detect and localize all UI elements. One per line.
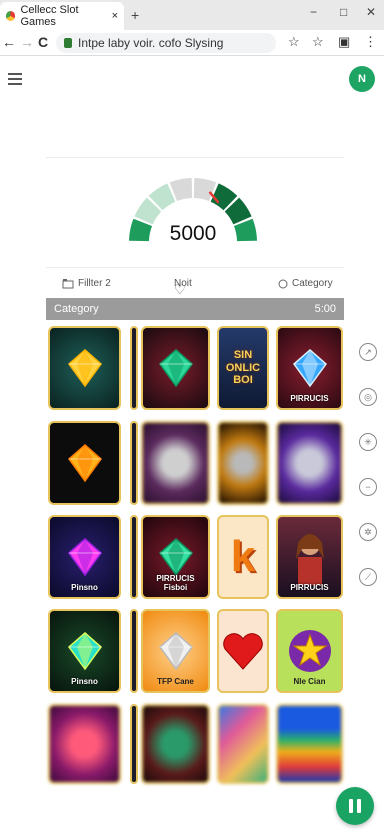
tile-letter: k: [230, 532, 256, 581]
forward-button[interactable]: →: [20, 34, 34, 50]
globe-icon[interactable]: ◎: [359, 388, 377, 406]
game-tile[interactable]: [48, 421, 121, 505]
tile-strip[interactable]: [130, 704, 138, 784]
gem-icon: [158, 538, 193, 577]
game-tile[interactable]: k: [217, 515, 269, 599]
game-tile[interactable]: [141, 704, 210, 784]
gem-icon: [158, 632, 193, 671]
network-icon[interactable]: ✳: [359, 433, 377, 451]
gem-icon: [67, 538, 102, 577]
divider: [46, 267, 344, 268]
app-header: N: [0, 60, 384, 100]
game-tile[interactable]: TFP Cane: [141, 609, 210, 693]
tile-caption: TFP Cane: [157, 677, 194, 686]
back-button[interactable]: ←: [2, 34, 16, 50]
filter-row: Fillter 2 ♡ Noit Category: [46, 274, 344, 297]
gem-icon: [158, 349, 193, 388]
game-tile[interactable]: [141, 326, 210, 410]
browser-tab[interactable]: Cellecc Slot Games ×: [0, 2, 124, 30]
gem-icon: [67, 632, 102, 671]
star-icon: [288, 630, 331, 672]
category-label: Category: [292, 278, 333, 289]
tile-caption: Pinsno: [71, 677, 98, 686]
share-icon[interactable]: ✲: [359, 523, 377, 541]
browser-menu-icon[interactable]: ⋮: [364, 34, 377, 50]
tile-strip[interactable]: [130, 609, 138, 693]
tab-strip: Cellecc Slot Games × + − □ ✕: [0, 0, 384, 30]
tile-strip[interactable]: [130, 326, 138, 410]
tile-caption: Nle Cian: [293, 677, 326, 686]
address-toolbar: ← → C Intpe laby voir. cofo Slysing ☆ ☆ …: [0, 30, 384, 56]
filter-label: Fillter 2: [78, 278, 111, 289]
game-tile[interactable]: PIRRUCIS: [276, 326, 343, 410]
address-bar[interactable]: Intpe laby voir. cofo Slysing: [56, 33, 276, 53]
tile-caption: Pinsno: [71, 583, 98, 592]
game-tile[interactable]: [141, 421, 210, 505]
game-tile[interactable]: PIRRUCIS: [276, 515, 343, 599]
favicon-icon: [6, 11, 16, 21]
minimize-button[interactable]: −: [310, 5, 317, 19]
game-tile[interactable]: Pinsno: [48, 515, 121, 599]
heart-icon: [223, 633, 263, 670]
gem-icon: [67, 444, 102, 483]
game-tile[interactable]: [217, 704, 269, 784]
bookmark-star-icon[interactable]: ☆: [288, 34, 300, 50]
gem-icon: [67, 349, 102, 388]
game-tile[interactable]: [48, 326, 121, 410]
tag-icon: [278, 279, 288, 288]
game-tile[interactable]: [217, 609, 269, 693]
pause-icon: [357, 799, 361, 813]
game-tile[interactable]: [276, 704, 343, 784]
tile-caption: PIRRUCIS Fisboi: [156, 574, 195, 592]
filter-icon: [62, 278, 74, 288]
minus-circle-icon[interactable]: −: [359, 478, 377, 496]
tab-close-icon[interactable]: ×: [112, 10, 118, 22]
tile-strip[interactable]: [130, 421, 138, 505]
pause-icon: [349, 799, 353, 813]
category-bar-label: Category: [54, 303, 99, 315]
tab-title: Cellecc Slot Games: [20, 4, 79, 28]
hamburger-menu-icon[interactable]: [8, 73, 22, 88]
divider: [46, 157, 344, 158]
game-tile[interactable]: PIRRUCIS Fisboi: [141, 515, 210, 599]
game-tile[interactable]: [48, 704, 121, 784]
tile-caption: PIRRUCIS: [290, 394, 329, 403]
address-text: Intpe laby voir. cofo Slysing: [78, 36, 224, 50]
lock-icon: [64, 38, 72, 48]
character-icon: [295, 534, 324, 585]
note-button[interactable]: ♡ Noit: [174, 278, 192, 297]
avatar[interactable]: N: [349, 66, 375, 92]
extension-icon[interactable]: ▣: [338, 34, 350, 50]
gem-icon: [292, 349, 327, 388]
gauge-value: 5000: [169, 222, 217, 245]
pause-button[interactable]: [336, 787, 374, 825]
category-bar-value: 5:00: [314, 303, 336, 315]
filter-button[interactable]: Fillter 2: [62, 278, 111, 289]
star-icon[interactable]: ☆: [312, 34, 324, 50]
tile-title: SIN ONLIC BOI: [225, 349, 261, 387]
game-tile[interactable]: Nle Cian: [276, 609, 343, 693]
maximize-button[interactable]: □: [340, 5, 347, 19]
game-tile[interactable]: Pinsno: [48, 609, 121, 693]
heart-icon: ♡: [174, 282, 186, 297]
game-tile[interactable]: [217, 421, 269, 505]
reload-button[interactable]: C: [38, 34, 48, 50]
game-tile[interactable]: SIN ONLIC BOI: [217, 326, 269, 410]
category-button[interactable]: Category: [278, 278, 333, 289]
link-icon[interactable]: ⟋: [359, 568, 377, 586]
new-tab-button[interactable]: +: [131, 7, 139, 23]
chart-icon[interactable]: ↗: [359, 343, 377, 361]
category-bar: Category 5:00: [46, 298, 344, 320]
tile-caption: PIRRUCIS: [290, 583, 329, 592]
game-tile[interactable]: [276, 421, 343, 505]
tile-strip[interactable]: [130, 515, 138, 599]
window-close-button[interactable]: ✕: [366, 5, 376, 19]
